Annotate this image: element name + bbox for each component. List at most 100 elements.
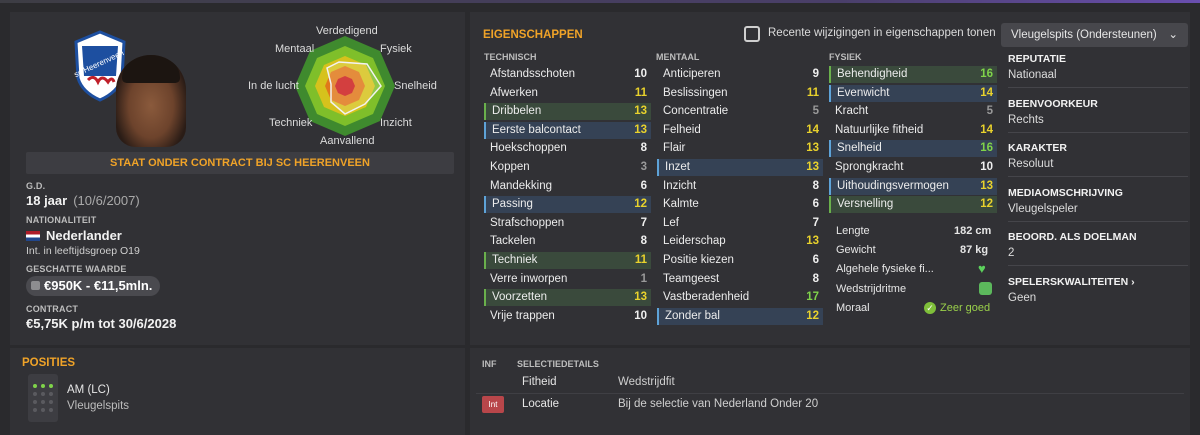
- mentaal-header: MENTAAL: [656, 52, 700, 62]
- position-pitch-icon[interactable]: [28, 374, 58, 422]
- attribute-row-vrije-trappen[interactable]: Vrije trappen 10: [484, 308, 651, 325]
- side-info-title: REPUTATIE: [1008, 53, 1066, 65]
- show-changes-checkbox[interactable]: [744, 26, 760, 42]
- morale-value[interactable]: ✓ Zeer goed: [924, 302, 990, 314]
- radar-label-bottom-right: Inzicht: [380, 117, 412, 129]
- attribute-row-inzet[interactable]: Inzet 13: [657, 159, 823, 176]
- attribute-value: 13: [634, 105, 647, 118]
- attribute-row-tackelen[interactable]: Tackelen 8: [484, 233, 651, 250]
- attribute-row-inzicht[interactable]: Inzicht 8: [657, 178, 823, 195]
- attribute-row-mandekking[interactable]: Mandekking 6: [484, 178, 651, 195]
- attribute-name: Passing: [492, 198, 533, 211]
- attribute-value: 10: [634, 68, 647, 80]
- attribute-value: 9: [812, 68, 819, 80]
- attribute-row-behendigheid[interactable]: Behendigheid 16: [829, 66, 997, 83]
- attribute-row-eerste-balcontact[interactable]: Eerste balcontact 13: [484, 121, 651, 139]
- attribute-value: 6: [812, 198, 819, 211]
- side-info-title: BEOORD. ALS DOELMAN: [1008, 231, 1137, 243]
- attribute-row-hoekschoppen[interactable]: Hoekschoppen 8: [484, 140, 651, 157]
- side-info-2: KARAKTER Resoluut: [1008, 142, 1188, 177]
- row-divider: [476, 393, 1184, 394]
- attribute-name: Eerste balcontact: [492, 123, 581, 136]
- side-info-value: 2: [1008, 247, 1015, 259]
- attribute-name: Voorzetten: [492, 291, 547, 304]
- attribute-value: 11: [806, 86, 819, 99]
- attribute-value: 13: [806, 235, 819, 248]
- attribute-row-versnelling[interactable]: Versnelling 12: [829, 196, 997, 214]
- position-role: Vleugelspits: [67, 400, 130, 412]
- attribute-row-dribbelen[interactable]: Dribbelen 13: [484, 103, 651, 121]
- attribute-row-kalmte[interactable]: Kalmte 6: [657, 196, 823, 213]
- attribute-name: Evenwicht: [837, 86, 890, 99]
- attribute-name: Positie kiezen: [663, 254, 734, 266]
- attribute-row-vastberadenheid[interactable]: Vastberadenheid 17: [657, 289, 823, 306]
- attribute-value: 14: [980, 86, 993, 99]
- radar-label-top: Verdedigend: [316, 25, 378, 37]
- attribute-row-beslissingen[interactable]: Beslissingen 11: [657, 85, 823, 102]
- attribute-value: 12: [634, 198, 647, 211]
- attribute-row-leiderschap[interactable]: Leiderschap 13: [657, 233, 823, 250]
- birth-date: (10/6/2007): [73, 193, 140, 208]
- attribute-row-voorzetten[interactable]: Voorzetten 13: [484, 289, 651, 307]
- attribute-row-teamgeest[interactable]: Teamgeest 8: [657, 271, 823, 288]
- nationality-value[interactable]: Nederlander: [26, 228, 122, 243]
- inf-header: INF: [482, 359, 497, 369]
- attribute-row-anticiperen[interactable]: Anticiperen 9: [657, 66, 823, 83]
- attribute-value: 8: [812, 179, 819, 192]
- attribute-name: Strafschoppen: [490, 216, 565, 229]
- attribute-row-afstandsschoten[interactable]: Afstandsschoten 10: [484, 66, 651, 83]
- role-dropdown[interactable]: Vleugelspits (Ondersteunen) ⌄: [1001, 23, 1188, 47]
- divider: [1008, 87, 1188, 88]
- attribute-value: 3: [640, 161, 647, 173]
- attribute-value: 10: [980, 161, 993, 173]
- attribute-row-koppen[interactable]: Koppen 3: [484, 159, 651, 176]
- role-dropdown-value: Vleugelspits (Ondersteunen): [1011, 29, 1157, 41]
- radar-label-top-right: Fysiek: [380, 43, 412, 55]
- height-label: Lengte: [836, 225, 870, 237]
- side-info-value: Resoluut: [1008, 158, 1054, 170]
- side-info-title: MEDIAOMSCHRIJVING: [1008, 186, 1123, 199]
- dob-label: G.D.: [26, 181, 46, 191]
- fitness-status: Wedstrijdfit: [618, 376, 675, 388]
- age-value: 18 jaar: [26, 193, 68, 208]
- positions-title: POSITIES: [22, 357, 76, 369]
- attribute-row-uithoudingsvermogen[interactable]: Uithoudingsvermogen 13: [829, 177, 997, 195]
- attribute-value: 5: [812, 105, 819, 118]
- attribute-row-evenwicht[interactable]: Evenwicht 14: [829, 84, 997, 102]
- attribute-value: 7: [812, 216, 819, 229]
- attribute-name: Afstandsschoten: [490, 68, 576, 80]
- attribute-value: 16: [980, 68, 993, 80]
- attribute-name: Tackelen: [490, 235, 536, 248]
- contract-label: CONTRACT: [26, 304, 79, 314]
- attribute-row-kracht[interactable]: Kracht 5: [829, 103, 997, 120]
- side-info-title: KARAKTER: [1008, 142, 1067, 154]
- attribute-row-afwerken[interactable]: Afwerken 11: [484, 85, 651, 102]
- attribute-row-verre-inworpen[interactable]: Verre inworpen 1: [484, 271, 651, 288]
- attribute-name: Leiderschap: [663, 235, 726, 248]
- attribute-row-natuurlijke-fitheid[interactable]: Natuurlijke fitheid 14: [829, 122, 997, 139]
- fitness-key: Fitheid: [522, 376, 557, 388]
- attribute-row-concentratie[interactable]: Concentratie 5: [657, 103, 823, 120]
- attribute-row-felheid[interactable]: Felheid 14: [657, 122, 823, 139]
- attribute-row-lef[interactable]: Lef 7: [657, 215, 823, 232]
- attribute-row-strafschoppen[interactable]: Strafschoppen 7: [484, 215, 651, 232]
- fitness-heart-icon[interactable]: ♥: [978, 261, 986, 276]
- radar-label-top-left: Mentaal: [275, 43, 315, 55]
- attribute-value: 12: [980, 198, 993, 211]
- side-info-1: BEENVOORKEUR Rechts: [1008, 98, 1188, 133]
- attribute-row-techniek[interactable]: Techniek 11: [484, 252, 651, 269]
- attribute-row-flair[interactable]: Flair 13: [657, 140, 823, 157]
- attribute-row-sprongkracht[interactable]: Sprongkracht 10: [829, 159, 997, 176]
- radar-label-bottom: Aanvallend: [320, 135, 375, 147]
- attribute-row-passing[interactable]: Passing 12: [484, 196, 651, 214]
- estimated-value-pill[interactable]: €950K - €11,5mln.: [26, 276, 161, 296]
- attribute-row-zonder-bal[interactable]: Zonder bal 12: [657, 307, 823, 325]
- match-sharpness-icon[interactable]: [979, 282, 992, 295]
- show-changes-label[interactable]: Recente wijzigingen in eigenschappen ton…: [768, 27, 996, 39]
- side-info-5[interactable]: SPELERSKWALITEITEN › Geen: [1008, 276, 1188, 304]
- value-label: GESCHATTE WAARDE: [26, 264, 127, 274]
- attribute-name: Mandekking: [490, 179, 553, 192]
- divider: [1008, 131, 1188, 133]
- attribute-row-snelheid[interactable]: Snelheid 16: [829, 140, 997, 158]
- attribute-row-positie-kiezen[interactable]: Positie kiezen 6: [657, 252, 823, 269]
